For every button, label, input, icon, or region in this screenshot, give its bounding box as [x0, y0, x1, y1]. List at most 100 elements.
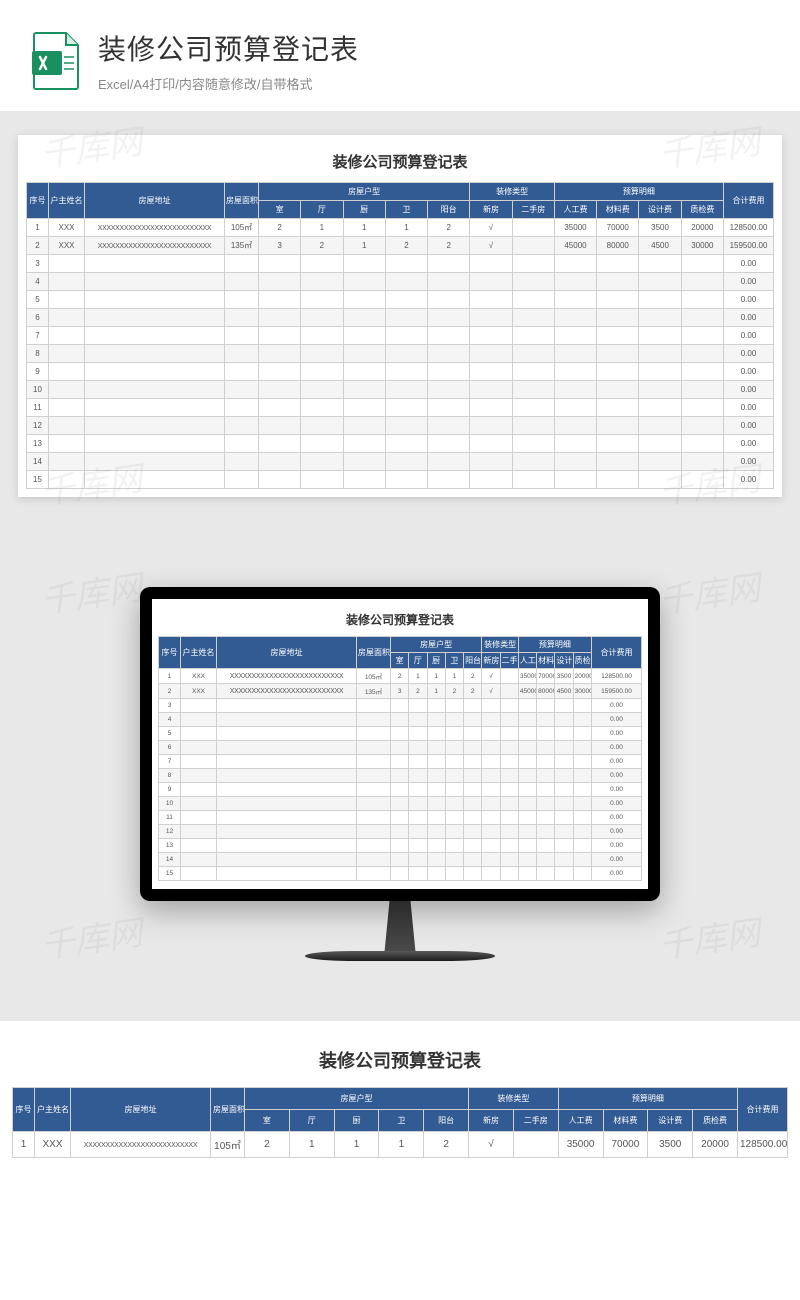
cell-material[interactable] [537, 713, 555, 727]
cell-material[interactable] [537, 727, 555, 741]
cell-addr[interactable] [85, 255, 225, 273]
cell-shi[interactable] [391, 811, 409, 825]
cell-shi[interactable] [391, 783, 409, 797]
cell-material[interactable] [597, 453, 639, 471]
cell-xin[interactable] [482, 839, 500, 853]
cell-labor[interactable] [554, 435, 596, 453]
cell-labor[interactable] [518, 699, 536, 713]
cell-seq[interactable]: 14 [159, 853, 181, 867]
cell-material[interactable] [537, 783, 555, 797]
cell-area[interactable] [357, 727, 391, 741]
cell-labor[interactable]: 35000 [558, 1132, 603, 1158]
cell-xin[interactable] [470, 363, 512, 381]
cell-name[interactable] [181, 811, 217, 825]
cell-material[interactable] [597, 291, 639, 309]
cell-shi[interactable] [391, 741, 409, 755]
cell-chu[interactable]: 1 [427, 669, 445, 684]
cell-material[interactable] [537, 825, 555, 839]
cell-shi[interactable] [259, 435, 301, 453]
cell-addr[interactable] [217, 797, 357, 811]
cell-qc[interactable] [681, 345, 723, 363]
cell-total[interactable]: 0.00 [592, 797, 642, 811]
cell-area[interactable] [357, 825, 391, 839]
cell-shi[interactable] [259, 363, 301, 381]
cell-ting[interactable] [301, 345, 343, 363]
cell-name[interactable] [49, 399, 85, 417]
cell-wei[interactable] [385, 273, 427, 291]
cell-labor[interactable] [518, 867, 536, 881]
cell-qc[interactable] [573, 825, 591, 839]
cell-shi[interactable] [391, 713, 409, 727]
cell-shi[interactable] [259, 273, 301, 291]
cell-name[interactable]: XXX [35, 1132, 71, 1158]
cell-total[interactable]: 128500.00 [592, 669, 642, 684]
cell-xin[interactable] [470, 345, 512, 363]
cell-design[interactable] [639, 255, 681, 273]
cell-seq[interactable]: 2 [27, 237, 49, 255]
cell-total[interactable]: 128500.00 [738, 1132, 788, 1158]
cell-material[interactable] [537, 769, 555, 783]
cell-name[interactable] [181, 867, 217, 881]
cell-addr[interactable] [85, 363, 225, 381]
cell-area[interactable] [357, 699, 391, 713]
cell-er[interactable] [512, 237, 554, 255]
cell-labor[interactable] [554, 381, 596, 399]
cell-ting[interactable] [409, 713, 427, 727]
cell-shi[interactable] [391, 727, 409, 741]
cell-labor[interactable] [554, 453, 596, 471]
cell-qc[interactable] [573, 741, 591, 755]
cell-material[interactable]: 70000 [537, 669, 555, 684]
cell-seq[interactable]: 7 [27, 327, 49, 345]
cell-labor[interactable] [518, 797, 536, 811]
cell-labor[interactable] [554, 255, 596, 273]
cell-addr[interactable] [217, 839, 357, 853]
cell-xin[interactable] [482, 783, 500, 797]
cell-area[interactable]: 105㎡ [357, 669, 391, 684]
cell-wei[interactable] [445, 853, 463, 867]
cell-er[interactable] [500, 769, 518, 783]
cell-area[interactable] [225, 435, 259, 453]
cell-seq[interactable]: 3 [27, 255, 49, 273]
cell-yang[interactable] [428, 453, 470, 471]
cell-design[interactable] [639, 417, 681, 435]
cell-wei[interactable]: 2 [385, 237, 427, 255]
cell-er[interactable] [512, 381, 554, 399]
cell-addr[interactable] [217, 867, 357, 881]
cell-area[interactable]: 135㎡ [225, 237, 259, 255]
cell-design[interactable] [639, 435, 681, 453]
cell-chu[interactable] [343, 327, 385, 345]
cell-name[interactable] [181, 783, 217, 797]
cell-er[interactable] [512, 417, 554, 435]
cell-shi[interactable] [259, 345, 301, 363]
cell-labor[interactable] [518, 741, 536, 755]
cell-yang[interactable] [464, 797, 482, 811]
cell-er[interactable] [512, 345, 554, 363]
cell-name[interactable] [49, 309, 85, 327]
cell-chu[interactable] [343, 453, 385, 471]
cell-seq[interactable]: 15 [27, 471, 49, 489]
cell-chu[interactable] [427, 811, 445, 825]
cell-xin[interactable] [482, 825, 500, 839]
cell-labor[interactable]: 35000 [554, 219, 596, 237]
cell-addr[interactable] [217, 713, 357, 727]
cell-yang[interactable]: 2 [464, 669, 482, 684]
cell-total[interactable]: 0.00 [724, 291, 774, 309]
cell-wei[interactable] [385, 255, 427, 273]
cell-labor[interactable] [554, 345, 596, 363]
cell-chu[interactable] [427, 699, 445, 713]
cell-ting[interactable] [301, 399, 343, 417]
cell-area[interactable] [357, 839, 391, 853]
cell-ting[interactable] [409, 783, 427, 797]
cell-yang[interactable] [464, 811, 482, 825]
cell-er[interactable] [512, 291, 554, 309]
cell-xin[interactable] [482, 769, 500, 783]
cell-xin[interactable]: √ [482, 684, 500, 699]
cell-wei[interactable] [385, 363, 427, 381]
cell-ting[interactable] [409, 755, 427, 769]
cell-area[interactable] [357, 811, 391, 825]
cell-material[interactable]: 80000 [597, 237, 639, 255]
cell-name[interactable] [49, 345, 85, 363]
cell-total[interactable]: 0.00 [724, 273, 774, 291]
cell-design[interactable] [555, 699, 573, 713]
cell-addr[interactable] [217, 825, 357, 839]
